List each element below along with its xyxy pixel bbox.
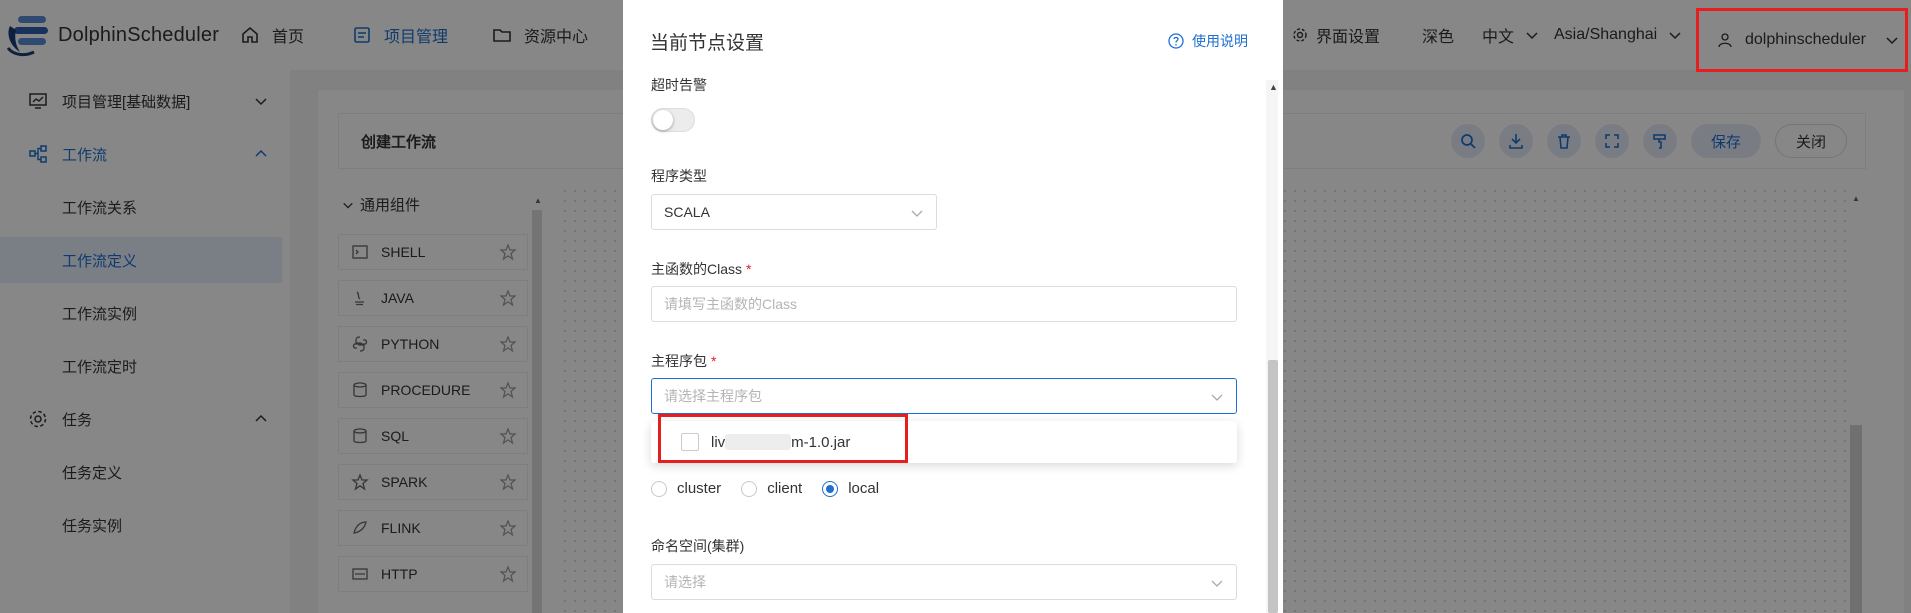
timeout-alarm-label: 超时告警 <box>651 77 707 93</box>
main-package-label-text: 主程序包 <box>651 353 707 369</box>
namespace-placeholder: 请选择 <box>664 574 706 590</box>
required-asterisk: * <box>746 261 752 277</box>
main-class-label: 主函数的Class * <box>651 259 751 279</box>
radio-client[interactable] <box>741 480 758 497</box>
timeout-alarm-switch[interactable] <box>651 108 695 132</box>
program-type-value: SCALA <box>664 204 710 220</box>
chevron-down-icon <box>1211 580 1223 587</box>
radio-client-label: client <box>767 480 803 497</box>
deploy-mode-radios: cluster client local <box>651 480 899 497</box>
drawer-title: 当前节点设置 <box>650 33 765 54</box>
chevron-down-icon <box>911 210 923 217</box>
namespace-label: 命名空间(集群) <box>651 538 745 554</box>
namespace-select[interactable]: 请选择 <box>651 564 1237 600</box>
main-package-label: 主程序包 * <box>651 351 716 371</box>
program-type-label: 程序类型 <box>651 168 707 184</box>
package-option-highlight <box>658 414 908 463</box>
user-menu-highlight <box>1696 8 1908 72</box>
chevron-down-icon <box>1211 394 1223 401</box>
help-circle-icon <box>1168 33 1184 49</box>
help-link[interactable]: 使用说明 <box>1168 31 1248 51</box>
radio-cluster[interactable] <box>651 480 667 497</box>
main-package-placeholder: 请选择主程序包 <box>664 388 762 404</box>
scroll-up-icon[interactable]: ▲ <box>1269 82 1278 92</box>
main-package-select[interactable]: 请选择主程序包 <box>651 378 1237 414</box>
main-class-label-text: 主函数的Class <box>651 261 743 277</box>
drawer-scrollbar[interactable] <box>1268 360 1278 613</box>
node-settings-drawer: 当前节点设置 使用说明 超时告警 程序类型 SCALA 主函数的Class* 主… <box>623 0 1283 613</box>
main-class-input[interactable] <box>651 286 1237 322</box>
radio-cluster-label: cluster <box>677 480 722 497</box>
program-type-select[interactable]: SCALA <box>651 194 937 230</box>
help-label: 使用说明 <box>1192 33 1248 49</box>
required-asterisk: * <box>711 353 717 369</box>
radio-local-label: local <box>848 480 880 497</box>
radio-local[interactable] <box>822 480 839 497</box>
